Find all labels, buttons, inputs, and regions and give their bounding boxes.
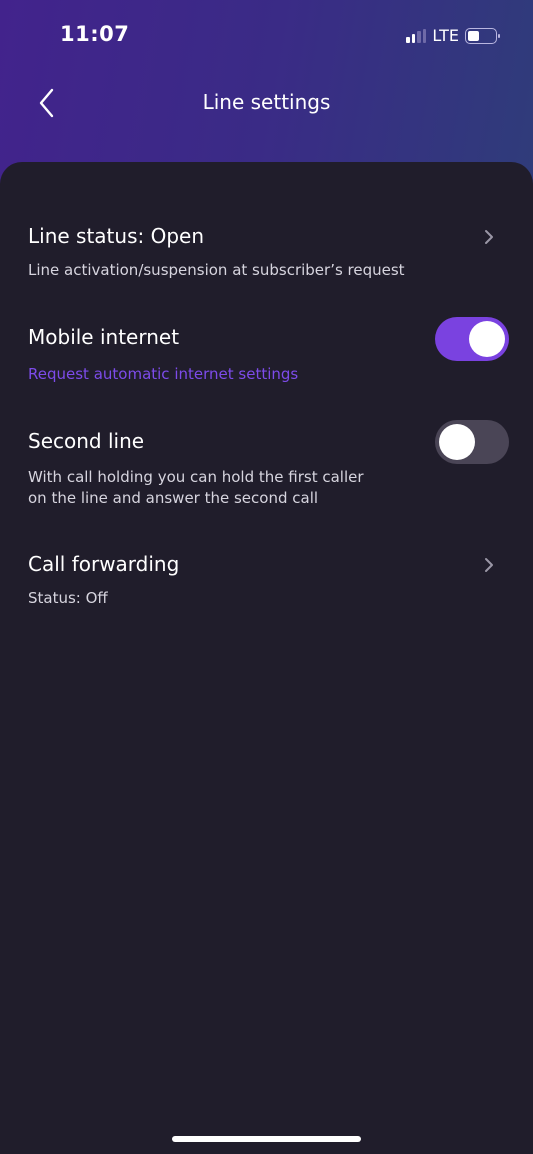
setting-line-status[interactable]: Line status: Open Line activation/suspen… <box>28 224 505 281</box>
setting-subtitle: Status: Off <box>28 589 108 607</box>
setting-title: Line status: Open <box>28 224 205 248</box>
subtitle-line: on the line and answer the second call <box>28 489 319 507</box>
chevron-right-icon <box>485 230 493 244</box>
status-icons: LTE <box>406 26 500 45</box>
mobile-internet-toggle[interactable] <box>435 317 509 361</box>
status-time: 11:07 <box>60 22 130 46</box>
setting-mobile-internet: Mobile internet Request automatic intern… <box>28 317 509 383</box>
page-title: Line settings <box>202 90 331 114</box>
setting-call-forwarding[interactable]: Call forwarding Status: Off <box>28 552 505 609</box>
signal-icon <box>406 28 427 43</box>
second-line-toggle[interactable] <box>435 420 509 464</box>
setting-title: Mobile internet <box>28 325 180 349</box>
home-indicator[interactable] <box>172 1136 361 1142</box>
setting-subtitle: Line activation/suspension at subscriber… <box>28 261 405 279</box>
setting-title: Call forwarding <box>28 552 180 576</box>
request-internet-settings-link[interactable]: Request automatic internet settings <box>28 365 505 383</box>
setting-second-line: Second line With call holding you can ho… <box>28 420 509 509</box>
chevron-right-icon <box>485 558 493 572</box>
battery-icon <box>465 27 500 44</box>
setting-title: Second line <box>28 429 145 453</box>
subtitle-line: With call holding you can hold the first… <box>28 468 364 486</box>
settings-sheet: Line status: Open Line activation/suspen… <box>0 162 533 1154</box>
network-type: LTE <box>432 26 459 45</box>
setting-subtitle: With call holding you can hold the first… <box>28 467 505 509</box>
